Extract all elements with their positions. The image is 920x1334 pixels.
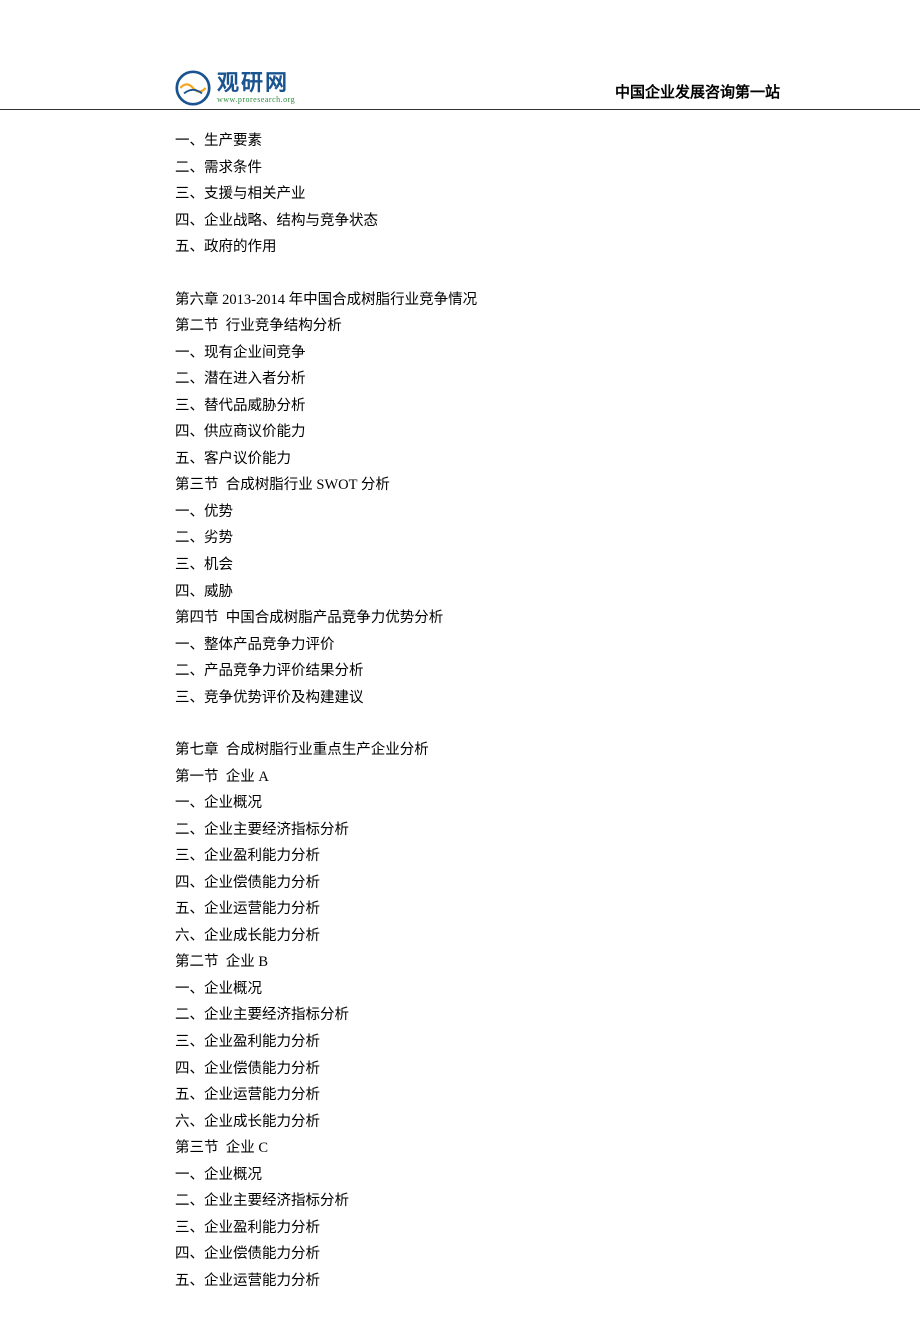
logo-icon xyxy=(175,70,211,106)
toc-line: 五、企业运营能力分析 xyxy=(175,896,745,923)
toc-line: 一、企业概况 xyxy=(175,790,745,817)
toc-line: 一、生产要素 xyxy=(175,128,745,155)
toc-line: 第三节 企业 C xyxy=(175,1135,745,1162)
logo-main-text: 观研网 xyxy=(217,72,295,94)
page-header: 观研网 www.proresearch.org 中国企业发展咨询第一站 xyxy=(0,60,920,110)
toc-line: 第三节 合成树脂行业 SWOT 分析 xyxy=(175,472,745,499)
toc-line: 六、企业成长能力分析 xyxy=(175,923,745,950)
toc-line: 四、企业偿债能力分析 xyxy=(175,1056,745,1083)
logo-text: 观研网 www.proresearch.org xyxy=(217,72,295,104)
logo-sub-text: www.proresearch.org xyxy=(217,96,295,104)
toc-line: 四、威胁 xyxy=(175,579,745,606)
toc-line: 一、企业概况 xyxy=(175,1162,745,1189)
toc-line: 三、机会 xyxy=(175,552,745,579)
toc-line: 五、政府的作用 xyxy=(175,234,745,261)
toc-line: 第七章 合成树脂行业重点生产企业分析 xyxy=(175,737,745,764)
toc-line: 第一节 企业 A xyxy=(175,764,745,791)
blank-line xyxy=(175,711,745,737)
toc-line: 五、企业运营能力分析 xyxy=(175,1082,745,1109)
blank-line xyxy=(175,261,745,287)
toc-line: 一、整体产品竞争力评价 xyxy=(175,632,745,659)
toc-line: 六、企业成长能力分析 xyxy=(175,1109,745,1136)
document-content: 一、生产要素二、需求条件三、支援与相关产业四、企业战略、结构与竞争状态五、政府的… xyxy=(0,128,920,1294)
toc-line: 二、产品竞争力评价结果分析 xyxy=(175,658,745,685)
toc-line: 第二节 企业 B xyxy=(175,949,745,976)
toc-line: 二、劣势 xyxy=(175,525,745,552)
toc-line: 四、供应商议价能力 xyxy=(175,419,745,446)
toc-line: 四、企业战略、结构与竞争状态 xyxy=(175,208,745,235)
toc-line: 三、竞争优势评价及构建建议 xyxy=(175,685,745,712)
toc-line: 二、企业主要经济指标分析 xyxy=(175,1002,745,1029)
toc-line: 一、优势 xyxy=(175,499,745,526)
logo: 观研网 www.proresearch.org xyxy=(175,70,295,106)
toc-line: 三、企业盈利能力分析 xyxy=(175,843,745,870)
toc-line: 三、企业盈利能力分析 xyxy=(175,1029,745,1056)
header-right-text: 中国企业发展咨询第一站 xyxy=(615,81,780,106)
toc-line: 四、企业偿债能力分析 xyxy=(175,870,745,897)
toc-line: 四、企业偿债能力分析 xyxy=(175,1241,745,1268)
toc-line: 第四节 中国合成树脂产品竞争力优势分析 xyxy=(175,605,745,632)
toc-line: 三、企业盈利能力分析 xyxy=(175,1215,745,1242)
toc-line: 三、支援与相关产业 xyxy=(175,181,745,208)
toc-line: 二、潜在进入者分析 xyxy=(175,366,745,393)
toc-line: 三、替代品威胁分析 xyxy=(175,393,745,420)
toc-line: 五、企业运营能力分析 xyxy=(175,1268,745,1295)
toc-line: 五、客户议价能力 xyxy=(175,446,745,473)
toc-line: 第六章 2013-2014 年中国合成树脂行业竞争情况 xyxy=(175,287,745,314)
toc-line: 二、需求条件 xyxy=(175,155,745,182)
toc-line: 第二节 行业竞争结构分析 xyxy=(175,313,745,340)
toc-line: 二、企业主要经济指标分析 xyxy=(175,817,745,844)
toc-line: 一、现有企业间竞争 xyxy=(175,340,745,367)
toc-line: 一、企业概况 xyxy=(175,976,745,1003)
toc-line: 二、企业主要经济指标分析 xyxy=(175,1188,745,1215)
